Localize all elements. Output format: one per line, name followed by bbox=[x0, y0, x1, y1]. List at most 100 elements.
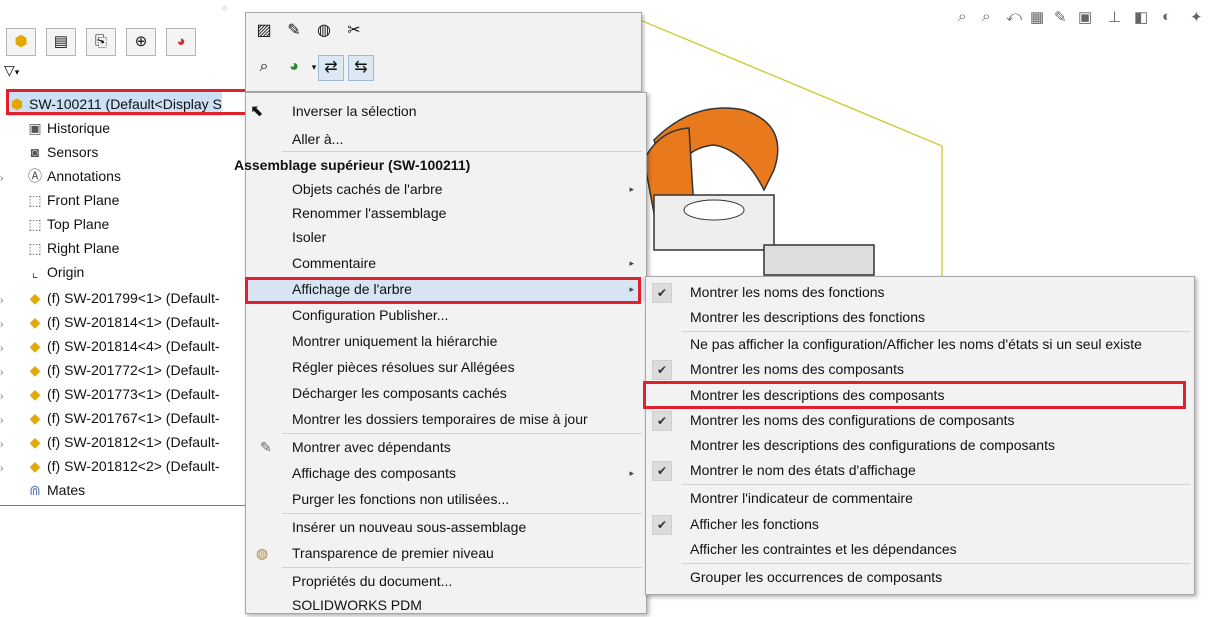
tree-component[interactable]: › ◆ (f) SW-201773<1> (Default- bbox=[0, 382, 220, 406]
submenu-item-label: Grouper les occurrences de composants bbox=[690, 569, 943, 585]
open-part-icon[interactable]: ▨ bbox=[252, 19, 276, 43]
section-view-icon[interactable]: ▦ bbox=[1030, 8, 1044, 26]
submenu-show-component-names[interactable]: ✔ Montrer les noms des composants bbox=[646, 357, 1194, 382]
submenu-group-occurrences[interactable]: Grouper les occurrences de composants bbox=[646, 565, 1194, 590]
menu-purge-unused[interactable]: Purger les fonctions non utilisées... bbox=[246, 487, 646, 511]
menu-unload-hidden[interactable]: Décharger les composants cachés bbox=[246, 381, 646, 405]
hide-icon[interactable]: ✎ bbox=[282, 19, 306, 43]
tree-item-label: Right Plane bbox=[47, 240, 120, 256]
display-style-icon[interactable]: ⊥ bbox=[1108, 8, 1121, 26]
menu-invert-selection[interactable]: Inverser la sélection bbox=[246, 99, 646, 123]
paperclip-icon[interactable]: ✂ bbox=[342, 19, 366, 43]
tree-item-origin[interactable]: ⌞ Origin bbox=[12, 260, 85, 284]
submenu-separator bbox=[682, 484, 1190, 485]
property-manager-tab[interactable]: ▤ bbox=[46, 28, 76, 56]
submenu-item-label: Montrer les noms des fonctions bbox=[690, 284, 885, 300]
highlight-component-descriptions bbox=[643, 381, 1186, 409]
tree-item-label: (f) SW-201799<1> (Default- bbox=[47, 290, 220, 306]
configuration-manager-tab[interactable]: ⎘ bbox=[86, 28, 116, 56]
transparency-icon: ◍ bbox=[256, 545, 269, 561]
scene-icon[interactable]: ✦ bbox=[1190, 8, 1203, 26]
submenu-show-config-names[interactable]: ✔ Montrer les noms des configurations de … bbox=[646, 408, 1194, 433]
handle-model bbox=[643, 107, 875, 276]
menu-item-label: Montrer uniquement la hiérarchie bbox=[292, 333, 498, 349]
submenu-show-display-state-names[interactable]: ✔ Montrer le nom des états d'affichage bbox=[646, 458, 1194, 483]
tree-item-sensors[interactable]: ◙ Sensors bbox=[12, 140, 99, 164]
tree-item-label: Top Plane bbox=[47, 216, 110, 232]
tree-item-label: (f) SW-201814<4> (Default- bbox=[47, 338, 220, 354]
tree-component[interactable]: › ◆ (f) SW-201814<1> (Default- bbox=[0, 310, 220, 334]
tree-item-mates[interactable]: ⋒ Mates bbox=[12, 478, 85, 502]
menu-set-lightweight[interactable]: Régler pièces résolues sur Allégées bbox=[246, 355, 646, 379]
submenu-show-comment-indicator[interactable]: Montrer l'indicateur de commentaire bbox=[646, 486, 1194, 511]
tree-item-front-plane[interactable]: ⬚ Front Plane bbox=[12, 188, 119, 212]
menu-hidden-tree-items[interactable]: Objets cachés de l'arbre ▸ bbox=[246, 177, 646, 201]
hide-show-icon[interactable]: ◧ bbox=[1134, 8, 1148, 26]
previous-view-icon[interactable]: ⤺ bbox=[1006, 8, 1022, 25]
tree-item-top-plane[interactable]: ⬚ Top Plane bbox=[12, 212, 109, 236]
change-transparency-icon[interactable]: ⇄ bbox=[318, 55, 344, 81]
submenu-show-features[interactable]: ✔ Afficher les fonctions bbox=[646, 512, 1194, 537]
tree-item-right-plane[interactable]: ⬚ Right Plane bbox=[12, 236, 119, 260]
submenu-separator bbox=[682, 563, 1190, 564]
submenu-show-feature-names[interactable]: ✔ Montrer les noms des fonctions bbox=[646, 280, 1194, 305]
tree-component[interactable]: › ◆ (f) SW-201799<1> (Default- bbox=[0, 286, 220, 310]
menu-top-level-transparency[interactable]: ◍ Transparence de premier niveau bbox=[246, 541, 646, 565]
panel-splitter-dot[interactable]: ○ bbox=[222, 3, 227, 13]
menu-item-label: Inverser la sélection bbox=[292, 103, 417, 119]
tree-component[interactable]: › ◆ (f) SW-201814<4> (Default- bbox=[0, 334, 220, 358]
menu-show-temp-folders[interactable]: Montrer les dossiers temporaires de mise… bbox=[246, 407, 646, 431]
menu-rename-assembly[interactable]: Renommer l'assemblage bbox=[246, 201, 646, 225]
menu-configuration-publisher[interactable]: Configuration Publisher... bbox=[246, 303, 646, 327]
plane-icon: ⬚ bbox=[28, 192, 42, 208]
tree-component[interactable]: › ◆ (f) SW-201772<1> (Default- bbox=[0, 358, 220, 382]
menu-component-display[interactable]: Affichage des composants ▸ bbox=[246, 461, 646, 485]
submenu-show-config-descriptions[interactable]: Montrer les descriptions des configurati… bbox=[646, 433, 1194, 458]
feature-manager-tab[interactable]: ⬢ bbox=[6, 28, 36, 56]
appearance-icon[interactable]: ◐ bbox=[1162, 8, 1171, 25]
tree-component[interactable]: › ◆ (f) SW-201812<1> (Default- bbox=[0, 430, 220, 454]
tree-item-annotations[interactable]: › Ⓐ Annotations bbox=[0, 164, 121, 188]
tree-item-label: Mates bbox=[47, 482, 86, 498]
tree-item-historique[interactable]: ▣ Historique bbox=[12, 116, 110, 140]
menu-separator bbox=[282, 151, 642, 152]
menu-item-label: Propriétés du document... bbox=[292, 573, 453, 589]
sensor-icon: ◙ bbox=[30, 144, 40, 160]
isolate-icon[interactable]: ⇆ bbox=[348, 55, 374, 81]
checkmark-icon: ✔ bbox=[652, 360, 672, 380]
origin-icon: ⌞ bbox=[31, 264, 39, 280]
filter-icon[interactable]: ▽▾ bbox=[4, 62, 19, 79]
menu-item-label: Aller à... bbox=[292, 131, 344, 147]
tree-component[interactable]: › ◆ (f) SW-201767<1> (Default- bbox=[0, 406, 220, 430]
dimxpert-manager-tab[interactable]: ⊕ bbox=[126, 28, 156, 56]
menu-solidworks-pdm[interactable]: SOLIDWORKS PDM bbox=[246, 593, 646, 617]
plane-icon: ⬚ bbox=[28, 240, 42, 256]
tree-item-label: Origin bbox=[47, 264, 85, 280]
submenu-hide-single-config[interactable]: Ne pas afficher la configuration/Affiche… bbox=[646, 332, 1194, 357]
submenu-show-mates-dependencies[interactable]: Afficher les contraintes et les dépendan… bbox=[646, 537, 1194, 562]
menu-go-to[interactable]: Aller à... bbox=[246, 127, 646, 151]
menu-comment[interactable]: Commentaire ▸ bbox=[246, 251, 646, 275]
submenu-item-label: Ne pas afficher la configuration/Affiche… bbox=[690, 336, 1142, 352]
zoom-to-selection-icon[interactable]: ⌕ bbox=[252, 55, 276, 79]
menu-item-label: Commentaire bbox=[292, 255, 377, 271]
submenu-item-label: Afficher les fonctions bbox=[690, 516, 819, 532]
tree-item-label: Annotations bbox=[47, 168, 121, 184]
menu-show-with-dependents[interactable]: ✎ Montrer avec dépendants bbox=[246, 435, 646, 459]
tree-component[interactable]: › ◆ (f) SW-201812<2> (Default- bbox=[0, 454, 220, 478]
zoom-fit-icon[interactable]: ⌕ bbox=[958, 8, 966, 25]
tree-item-label: (f) SW-201812<2> (Default- bbox=[47, 458, 220, 474]
submenu-show-feature-descriptions[interactable]: Montrer les descriptions des fonctions bbox=[646, 305, 1194, 330]
menu-insert-subassembly[interactable]: Insérer un nouveau sous-assemblage bbox=[246, 515, 646, 539]
transparency-icon[interactable]: ◍ bbox=[312, 19, 336, 43]
submenu-item-label: Afficher les contraintes et les dépendan… bbox=[690, 541, 957, 557]
display-manager-tab[interactable]: ◕ bbox=[166, 28, 196, 56]
dynamic-annotation-icon[interactable]: ✎ bbox=[1054, 8, 1067, 26]
context-toolbar: ▨ ✎ ◍ ✂ ⌕ ◕ ▾ ⇄ ⇆ bbox=[245, 12, 642, 92]
view-orientation-icon[interactable]: ▣ bbox=[1078, 8, 1092, 26]
menu-document-properties[interactable]: Propriétés du document... bbox=[246, 569, 646, 593]
menu-item-label: Configuration Publisher... bbox=[292, 307, 449, 323]
zoom-area-icon[interactable]: ⌕ bbox=[982, 8, 990, 25]
menu-isolate[interactable]: Isoler bbox=[246, 225, 646, 249]
menu-show-hierarchy-only[interactable]: Montrer uniquement la hiérarchie bbox=[246, 329, 646, 353]
